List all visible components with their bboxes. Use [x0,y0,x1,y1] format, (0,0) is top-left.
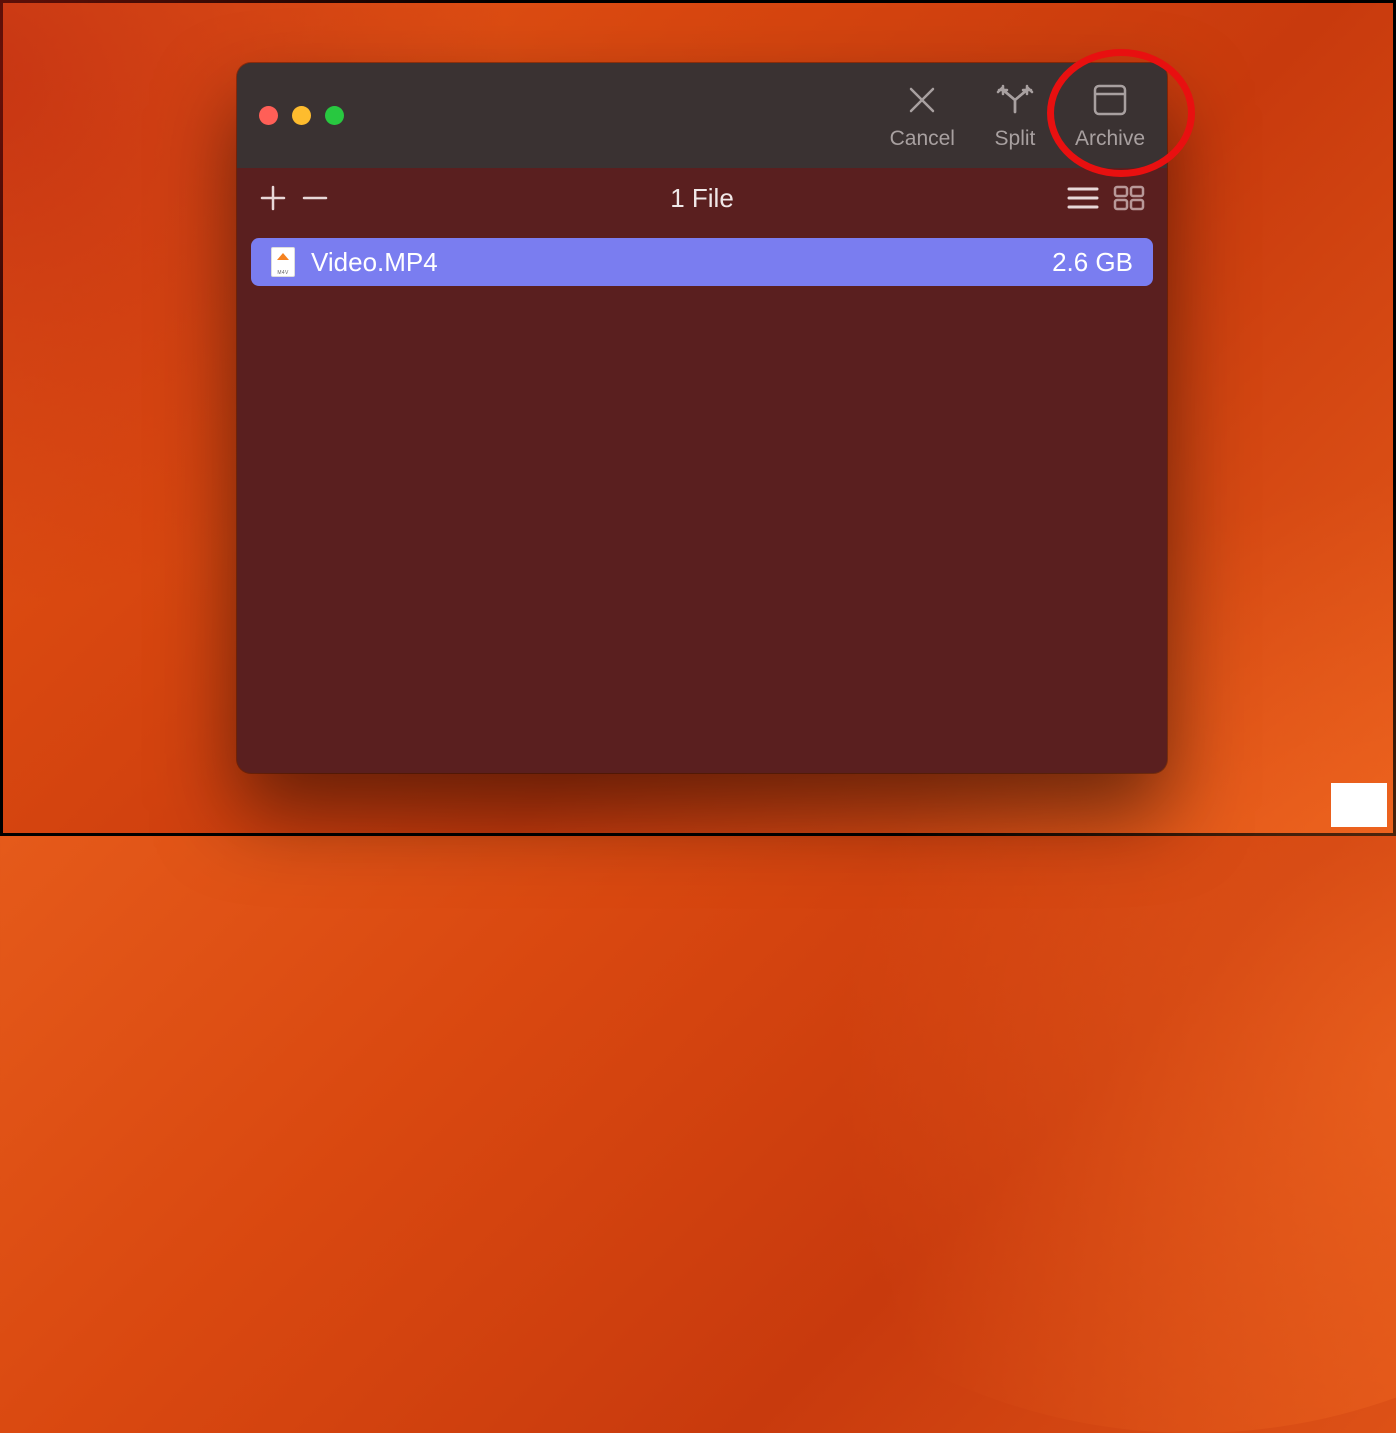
file-name: Video.MP4 [311,247,438,278]
grid-view-button[interactable] [1113,185,1145,211]
file-size: 2.6 GB [1052,247,1133,278]
add-remove-controls [259,184,331,212]
remove-file-button[interactable] [301,184,331,212]
video-file-icon: M4V [271,247,295,277]
file-list: M4V Video.MP4 2.6 GB [237,228,1167,773]
file-count-label: 1 File [670,183,734,214]
minimize-window-button[interactable] [292,106,311,125]
app-window: Cancel Split Archive [237,63,1167,773]
close-window-button[interactable] [259,106,278,125]
add-file-button[interactable] [259,184,289,212]
list-view-button[interactable] [1067,185,1099,211]
traffic-lights [259,106,344,125]
toolbar-actions: Cancel Split Archive [890,81,1145,151]
watermark [1331,783,1387,827]
maximize-window-button[interactable] [325,106,344,125]
titlebar: Cancel Split Archive [237,63,1167,168]
archive-box-icon [1092,81,1128,119]
file-row[interactable]: M4V Video.MP4 2.6 GB [251,238,1153,286]
view-toggle-group [1067,185,1145,211]
x-icon [906,81,938,119]
cancel-button[interactable]: Cancel [890,81,955,151]
split-button[interactable]: Split [983,81,1047,151]
archive-label: Archive [1075,127,1145,151]
subheader: 1 File [237,168,1167,228]
split-icon [995,81,1035,119]
cancel-label: Cancel [890,127,955,151]
split-label: Split [995,127,1036,151]
archive-button[interactable]: Archive [1075,81,1145,151]
